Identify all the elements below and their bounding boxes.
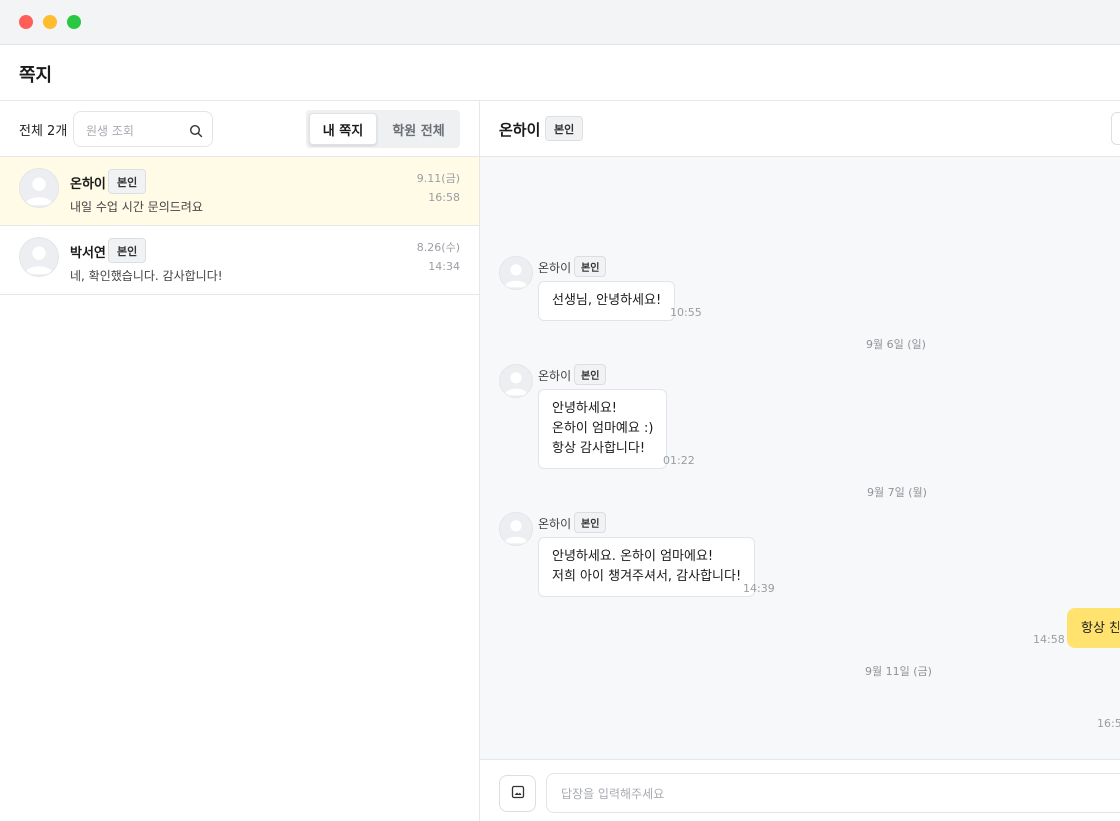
- thread-date: 9.11(금): [416, 172, 460, 185]
- self-badge: 본인: [574, 512, 607, 533]
- message-line: 선생님, 안녕하세요!: [552, 293, 662, 308]
- thread-time: 14:34: [428, 260, 460, 273]
- message-bubble: 안녕하세요! 온하이 엄마예요 :) 항상 감사합니다!: [538, 389, 668, 469]
- date-separator: 9월 11일 (금): [865, 665, 932, 678]
- message-time: 01:22: [663, 454, 695, 467]
- window-titlebar: [0, 0, 1120, 45]
- message-time: 16:58: [1097, 717, 1120, 730]
- self-badge: 본인: [574, 256, 607, 277]
- conversation-name: 온하이: [499, 121, 541, 139]
- thread-list-panel: 전체 2개 원생 조회 내 쪽지 학원 전체 온하이 본인 내일 수업 시간 문…: [0, 101, 480, 821]
- user-avatar-icon: [499, 256, 533, 290]
- message-line: 항상 친: [1081, 621, 1120, 636]
- thread-preview: 내일 수업 시간 문의드려요: [70, 200, 203, 214]
- message-sender: 온하이: [538, 517, 572, 531]
- image-icon: [511, 784, 525, 803]
- message-line: 안녕하세요!: [552, 401, 618, 416]
- message-line: 항상 감사합니다!: [552, 441, 646, 456]
- search-icon[interactable]: [189, 123, 203, 138]
- thread-name: 박서연: [70, 246, 106, 261]
- thread-row[interactable]: 온하이 본인 내일 수업 시간 문의드려요 9.11(금) 16:58: [0, 157, 479, 226]
- message-bubble: 선생님, 안녕하세요!: [538, 281, 676, 321]
- self-badge: 본인: [108, 238, 147, 263]
- self-badge: 본인: [545, 116, 584, 141]
- tab-my-messages[interactable]: 내 쪽지: [309, 113, 377, 145]
- thread-row[interactable]: 박서연 본인 네, 확인했습니다. 감사합니다! 8.26(수) 14:34: [0, 226, 479, 295]
- message-line: 온하이 엄마예요 :): [552, 421, 654, 436]
- attach-image-button[interactable]: [499, 775, 536, 812]
- thread-list-toolbar: 전체 2개 원생 조회 내 쪽지 학원 전체: [0, 101, 479, 157]
- reply-composer: 답장을 입력해주세요: [480, 759, 1120, 821]
- message-time: 14:39: [743, 582, 775, 595]
- message-time: 10:55: [670, 306, 702, 319]
- user-avatar-icon: [19, 168, 59, 208]
- date-separator: 9월 7일 (월): [867, 486, 927, 499]
- page-title: 쪽지: [19, 65, 53, 86]
- self-badge: 본인: [574, 364, 607, 385]
- reply-placeholder: 답장을 입력해주세요: [561, 787, 665, 801]
- minimize-window-button[interactable]: [43, 15, 57, 29]
- thread-date: 8.26(수): [416, 241, 460, 254]
- conversation-action-button[interactable]: [1111, 112, 1120, 145]
- my-message-bubble: 항상 친: [1067, 608, 1120, 648]
- thread-preview: 네, 확인했습니다. 감사합니다!: [70, 269, 223, 283]
- self-badge: 본인: [108, 169, 147, 194]
- user-avatar-icon: [499, 364, 533, 398]
- message-sender: 온하이: [538, 261, 572, 275]
- conversation-panel: 온하이 본인 온하이 본인 선생님, 안녕하세요! 10:55 9월 6일 (일…: [480, 101, 1120, 821]
- conversation-header: 온하이 본인: [480, 101, 1120, 157]
- page-header: 쪽지: [0, 45, 1120, 101]
- reply-input[interactable]: 답장을 입력해주세요: [546, 773, 1120, 813]
- user-avatar-icon: [19, 237, 59, 277]
- total-count: 전체 2개: [19, 124, 68, 139]
- message-time: 14:58: [1033, 633, 1065, 646]
- user-avatar-icon: [499, 512, 533, 546]
- student-search-input[interactable]: 원생 조회: [73, 111, 213, 147]
- close-window-button[interactable]: [19, 15, 33, 29]
- message-line: 안녕하세요. 온하이 엄마에요!: [552, 549, 714, 564]
- search-placeholder: 원생 조회: [86, 124, 134, 138]
- message-bubble: 안녕하세요. 온하이 엄마에요! 저희 아이 챙겨주셔서, 감사합니다!: [538, 537, 756, 597]
- message-line: 저희 아이 챙겨주셔서, 감사합니다!: [552, 569, 742, 584]
- thread-time: 16:58: [428, 191, 460, 204]
- date-separator: 9월 6일 (일): [866, 338, 926, 351]
- maximize-window-button[interactable]: [67, 15, 81, 29]
- message-sender: 온하이: [538, 369, 572, 383]
- tab-academy-all[interactable]: 학원 전체: [380, 113, 457, 145]
- thread-name: 온하이: [70, 177, 106, 192]
- message-scope-tabs: 내 쪽지 학원 전체: [306, 110, 460, 148]
